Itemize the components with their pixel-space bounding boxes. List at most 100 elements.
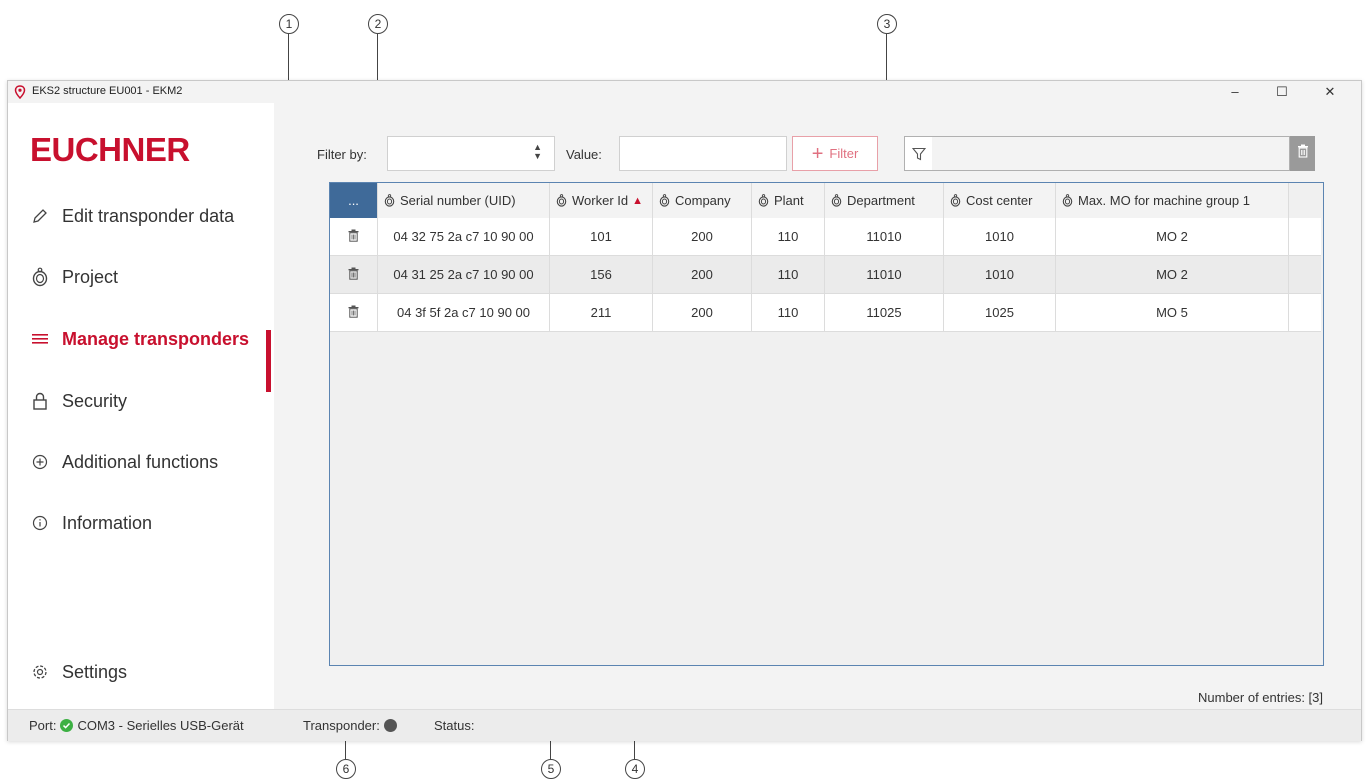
gear-icon <box>30 663 50 681</box>
cell-plant: 110 <box>752 256 825 293</box>
callout-6: 6 <box>336 759 356 779</box>
sidebar-item-settings[interactable]: Settings <box>30 657 127 687</box>
add-filter-label: Filter <box>829 146 859 161</box>
cell-plant: 110 <box>752 218 825 255</box>
table-row[interactable]: 04 3f 5f 2a c7 10 90 00 211 200 110 1102… <box>330 294 1321 332</box>
cell-max-mo: MO 2 <box>1056 256 1289 293</box>
column-header-company[interactable]: Company <box>653 183 752 218</box>
maximize-button[interactable]: ☐ <box>1264 83 1300 101</box>
minimize-button[interactable]: – <box>1217 83 1253 101</box>
column-header-department[interactable]: Department <box>825 183 944 218</box>
callout-3: 3 <box>877 14 897 34</box>
cell-department: 11025 <box>825 294 944 331</box>
callout-4: 4 <box>625 759 645 779</box>
cell-serial: 04 32 75 2a c7 10 90 00 <box>378 218 550 255</box>
transponder-status-dot <box>383 719 397 732</box>
sidebar-item-manage-transponders[interactable]: Manage transponders <box>30 324 249 354</box>
entries-count: Number of entries: [3] <box>1198 690 1323 705</box>
delete-row-button[interactable] <box>330 256 378 293</box>
cell-cost-center: 1010 <box>944 256 1056 293</box>
column-header-label: Cost center <box>966 193 1033 208</box>
window-title: EKS2 structure EU001 - EKM2 <box>32 85 183 97</box>
sidebar-item-label: Settings <box>62 661 128 682</box>
sidebar-item-label: Additional functions <box>62 451 219 472</box>
pencil-icon <box>30 207 50 225</box>
status-field: Status: <box>434 718 478 733</box>
transponder-icon <box>659 194 670 207</box>
clear-filter-button[interactable] <box>1290 136 1315 171</box>
sidebar-item-label: Information <box>62 512 153 533</box>
column-header-label: Plant <box>774 193 804 208</box>
status-label: Status: <box>434 718 475 733</box>
transponder-icon <box>30 267 50 287</box>
cell-worker-id: 101 <box>550 218 653 255</box>
euchner-logo: EUCHNER <box>30 131 190 168</box>
column-header-max-mo[interactable]: Max. MO for machine group 1 <box>1056 183 1289 218</box>
trash-icon <box>348 305 359 321</box>
sidebar-item-security[interactable]: Security <box>30 386 127 416</box>
transponder-label: Transponder: <box>303 718 380 733</box>
port-status: Port: COM3 - Serielles USB-Gerät <box>29 718 244 733</box>
callout-1: 1 <box>279 14 299 34</box>
delete-row-button[interactable] <box>330 218 378 255</box>
cell-company: 200 <box>653 256 752 293</box>
column-header-serial[interactable]: Serial number (UID) <box>378 183 550 218</box>
check-circle-icon <box>60 719 74 732</box>
cell-plant: 110 <box>752 294 825 331</box>
transponder-status: Transponder: <box>303 718 397 733</box>
filter-by-label: Filter by: <box>317 147 367 162</box>
column-header-label: Serial number (UID) <box>400 193 516 208</box>
cell-company: 200 <box>653 218 752 255</box>
location-pin-icon <box>14 85 26 104</box>
column-header-label: Max. MO for machine group 1 <box>1078 193 1250 208</box>
trash-icon <box>1297 144 1309 163</box>
filter-by-select[interactable]: ▲ ▼ <box>387 136 555 171</box>
add-filter-button[interactable]: + Filter <box>792 136 878 171</box>
transponder-icon <box>758 194 769 207</box>
transponder-icon <box>384 194 395 207</box>
column-header-cost-center[interactable]: Cost center <box>944 183 1056 218</box>
table-row[interactable]: 04 31 25 2a c7 10 90 00 156 200 110 1101… <box>330 256 1321 294</box>
trash-icon <box>348 229 359 245</box>
chevron-up-down-icon: ▲ ▼ <box>533 142 542 161</box>
cell-worker-id: 211 <box>550 294 653 331</box>
sidebar-item-project[interactable]: Project <box>30 262 118 292</box>
title-bar: EKS2 structure EU001 - EKM2 – ☐ ✕ <box>8 81 1361 103</box>
cell-cost-center: 1025 <box>944 294 1056 331</box>
cell-max-mo: MO 2 <box>1056 218 1289 255</box>
sidebar: EUCHNER Edit transponder data Project Ma… <box>8 103 274 709</box>
trash-icon <box>348 267 359 283</box>
plus-circle-icon <box>30 454 50 470</box>
sidebar-item-label: Security <box>62 390 128 411</box>
transponder-icon <box>1062 194 1073 207</box>
table-row[interactable]: 04 32 75 2a c7 10 90 00 101 200 110 1101… <box>330 218 1321 256</box>
column-header-label: Department <box>847 193 915 208</box>
port-label: Port: <box>29 718 57 733</box>
cell-max-mo: MO 5 <box>1056 294 1289 331</box>
port-value: COM3 - Serielles USB-Gerät <box>77 718 244 733</box>
column-header-plant[interactable]: Plant <box>752 183 825 218</box>
sidebar-item-information[interactable]: Information <box>30 508 152 538</box>
value-input[interactable] <box>619 136 787 171</box>
main-content: Filter by: ▲ ▼ Value: + Filter ... Seria… <box>274 103 1361 709</box>
plus-icon: + <box>811 142 824 165</box>
sort-ascending-icon: ▲ <box>632 194 643 207</box>
delete-row-button[interactable] <box>330 294 378 331</box>
column-header-worker-id[interactable]: Worker Id ▲ <box>550 183 653 218</box>
list-icon <box>30 333 50 345</box>
column-header-label: Worker Id <box>572 193 629 208</box>
cell-worker-id: 156 <box>550 256 653 293</box>
close-button[interactable]: ✕ <box>1312 83 1348 101</box>
callout-5: 5 <box>541 759 561 779</box>
active-indicator <box>266 330 271 392</box>
app-window: EKS2 structure EU001 - EKM2 – ☐ ✕ EUCHNE… <box>7 80 1362 741</box>
transponder-icon <box>950 194 961 207</box>
lock-icon <box>30 392 50 410</box>
sidebar-item-label: Project <box>62 266 119 287</box>
cell-company: 200 <box>653 294 752 331</box>
sidebar-item-edit-transponder-data[interactable]: Edit transponder data <box>30 201 234 231</box>
sidebar-item-label: Manage transponders <box>62 328 250 349</box>
sidebar-item-additional-functions[interactable]: Additional functions <box>30 447 218 477</box>
column-menu-button[interactable]: ... <box>330 183 378 218</box>
cell-serial: 04 3f 5f 2a c7 10 90 00 <box>378 294 550 331</box>
